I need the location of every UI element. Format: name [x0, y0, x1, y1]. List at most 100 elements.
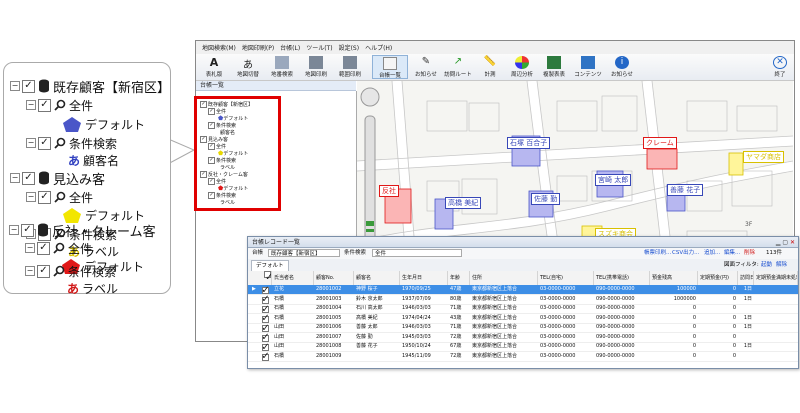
toolbar-button-ledger-list[interactable]: 台帳一覧 [372, 55, 408, 79]
table-row[interactable]: 石橋 28001009 1945/11/09 72歳 東京都新宿区上落合 03-0000-… [248, 352, 798, 362]
collapse-toggle[interactable]: − [9, 225, 19, 235]
map-label[interactable]: 宮崎 太郎 [595, 174, 632, 186]
column-header[interactable]: 定期預金満期未処理 [754, 271, 798, 285]
menu-map-print[interactable]: 地図印刷(P) [242, 43, 274, 52]
map-label[interactable]: クレーム [643, 137, 677, 149]
tree-node-all[interactable]: − 全件 [26, 96, 93, 114]
table-row[interactable]: 石橋 28001005 高橋 美紀 1974/04/24 43歳 東京都新宿区上落合 03-… [248, 314, 798, 324]
print-report-link[interactable]: 帳票印刷... [644, 248, 671, 259]
map-label[interactable]: ヤマダ商店 [743, 151, 784, 163]
menu-help[interactable]: ヘルプ(H) [365, 43, 392, 52]
map-label[interactable]: 高橋 美紀 [445, 197, 482, 209]
toolbar-button-contents[interactable]: コンテンツ [570, 55, 606, 79]
tree-node-all[interactable]: − 全件 [25, 239, 92, 257]
row-checkbox[interactable] [262, 315, 269, 323]
map-label[interactable]: 佐藤 勤 [531, 193, 561, 205]
collapse-toggle[interactable]: − [26, 192, 36, 202]
ledger-select[interactable]: 既存顧客【新宿区】 [268, 249, 340, 257]
table-row[interactable]: 山田 28001007 佐藤 勤 1945/03/03 72歳 東京都新宿区上落合 03-0… [248, 333, 798, 343]
checkbox[interactable] [22, 79, 35, 93]
tree-node-label[interactable]: あ ラベル [67, 279, 118, 297]
column-header[interactable]: 氏当者名 [272, 271, 314, 285]
toolbar-button-area-analysis[interactable]: 周辺分析 [504, 55, 540, 79]
cell-fixed: 0 [732, 343, 736, 349]
collapse-toggle[interactable]: − [26, 138, 36, 148]
toolbar-button-exit[interactable]: ✕ 終了 [762, 55, 798, 79]
tree-node-search[interactable]: − 条件検索 [25, 262, 116, 280]
checkbox[interactable] [38, 98, 51, 112]
toolbar-button-measure[interactable]: 📏 計測 [472, 55, 508, 79]
column-header[interactable]: 預金残高 [650, 271, 698, 285]
checkbox[interactable] [37, 264, 50, 278]
column-header[interactable]: 生年月日 [400, 271, 448, 285]
toolbar-button-info[interactable]: i お知らせ [604, 55, 640, 79]
table-row[interactable]: 山田 28001006 善藤 太郎 1946/03/03 71歳 東京都新宿区上落合 03-… [248, 323, 798, 333]
row-checkbox[interactable] [262, 296, 269, 304]
tab-default[interactable]: デフォルト [251, 260, 289, 271]
menu-ledger[interactable]: 台帳(L) [280, 43, 300, 52]
close-icon[interactable]: ✕ [790, 239, 795, 246]
toolbar-button-nameplate[interactable]: A 表札版 [196, 55, 232, 79]
tree-node-search[interactable]: − 条件検索 [26, 134, 117, 152]
table-row[interactable]: 石橋 28001004 石川 高太郎 1946/03/03 71歳 東京都新宿区上落合 03… [248, 304, 798, 314]
row-checkbox[interactable] [262, 325, 269, 332]
row-checkbox[interactable] [262, 344, 269, 351]
checkbox[interactable] [264, 271, 271, 278]
collapse-toggle[interactable]: − [10, 81, 20, 91]
collapse-toggle[interactable]: − [26, 100, 36, 110]
column-header-checkbox[interactable] [248, 271, 272, 285]
toolbar-button-range-print[interactable]: 範囲印刷 [332, 55, 368, 79]
checkbox[interactable] [38, 136, 51, 150]
checkbox[interactable] [21, 223, 34, 237]
map-label[interactable]: 反社 [379, 185, 399, 197]
csv-export-link[interactable]: CSV出力... [672, 248, 699, 259]
toolbar-button-notice[interactable]: ✎ お知らせ [408, 55, 444, 79]
column-header[interactable]: 住所 [470, 271, 538, 285]
tree-node-all[interactable]: − 全件 [26, 188, 93, 206]
map-label[interactable]: 石塚 百合子 [507, 137, 551, 149]
add-link[interactable]: 追加... [704, 248, 720, 259]
toolbar-button-duplicate[interactable]: 複製表表 [536, 55, 572, 79]
row-checkbox[interactable] [262, 334, 269, 342]
map-label[interactable]: 善藤 花子 [667, 184, 704, 196]
checkbox[interactable] [37, 241, 50, 255]
toolbar-button-lot-search[interactable]: 地番検索 [264, 55, 300, 79]
checkbox[interactable] [22, 171, 35, 185]
tree-node-existing[interactable]: − 既存顧客【新宿区】 [10, 77, 170, 96]
tree-node-default[interactable]: デフォルト [62, 115, 145, 133]
map-filter-start[interactable]: 起動 [761, 260, 772, 268]
column-header[interactable]: 定期預金(円) [698, 271, 738, 285]
tree-node-prospects[interactable]: − 見込み客 [10, 169, 105, 188]
row-checkbox[interactable] [262, 353, 269, 361]
column-header[interactable]: 訪問日 [738, 271, 754, 285]
condition-select[interactable]: 全件 [372, 249, 462, 257]
column-header[interactable]: 顧客No. [314, 271, 354, 285]
collapse-toggle[interactable]: − [10, 173, 20, 183]
column-header[interactable]: 年齢 [448, 271, 470, 285]
toolbar-button-map-switch[interactable]: あ地図切替 [230, 55, 266, 79]
row-checkbox[interactable] [262, 306, 269, 313]
highlight-box [194, 96, 281, 211]
menu-settings[interactable]: 設定(S) [339, 43, 360, 52]
checkbox[interactable] [38, 190, 51, 204]
edit-link[interactable]: 編集... [724, 248, 740, 259]
toolbar-button-visit-route[interactable]: ↗ 訪問ルート [440, 55, 476, 79]
menu-tools[interactable]: ツール(T) [306, 43, 332, 52]
map-filter-clear[interactable]: 解除 [776, 260, 787, 268]
column-header[interactable]: TEL(自宅) [538, 271, 594, 285]
toolbar-button-map-print[interactable]: 地図印刷 [298, 55, 334, 79]
delete-link[interactable]: 削除 [744, 248, 755, 259]
collapse-toggle[interactable]: − [25, 243, 35, 253]
tree-node-customer-name[interactable]: あ 顧客名 [68, 151, 119, 169]
column-header[interactable]: 顧客名 [354, 271, 400, 285]
maximize-icon[interactable]: ▢ [782, 239, 788, 246]
tree-node-complaint[interactable]: − 反社・クレーム客 [9, 221, 156, 240]
minimize-icon[interactable]: ▁ [776, 239, 781, 246]
collapse-toggle[interactable]: − [25, 266, 35, 276]
column-header[interactable]: TEL(携帯電話) [594, 271, 650, 285]
menu-map-search[interactable]: 地図検索(M) [202, 43, 236, 52]
row-checkbox[interactable] [262, 287, 269, 294]
table-row[interactable]: 石橋 28001003 鈴木 京太郎 1937/07/09 80歳 東京都新宿区上落合 03… [248, 295, 798, 305]
table-row[interactable]: 山田 28001008 善藤 花子 1950/10/24 67歳 東京都新宿区上落合 03-… [248, 342, 798, 352]
table-row[interactable]: ▶ 立花 28001002 神野 桜子 1970/09/25 47歳 東京都新宿区上落合 03… [248, 285, 798, 295]
